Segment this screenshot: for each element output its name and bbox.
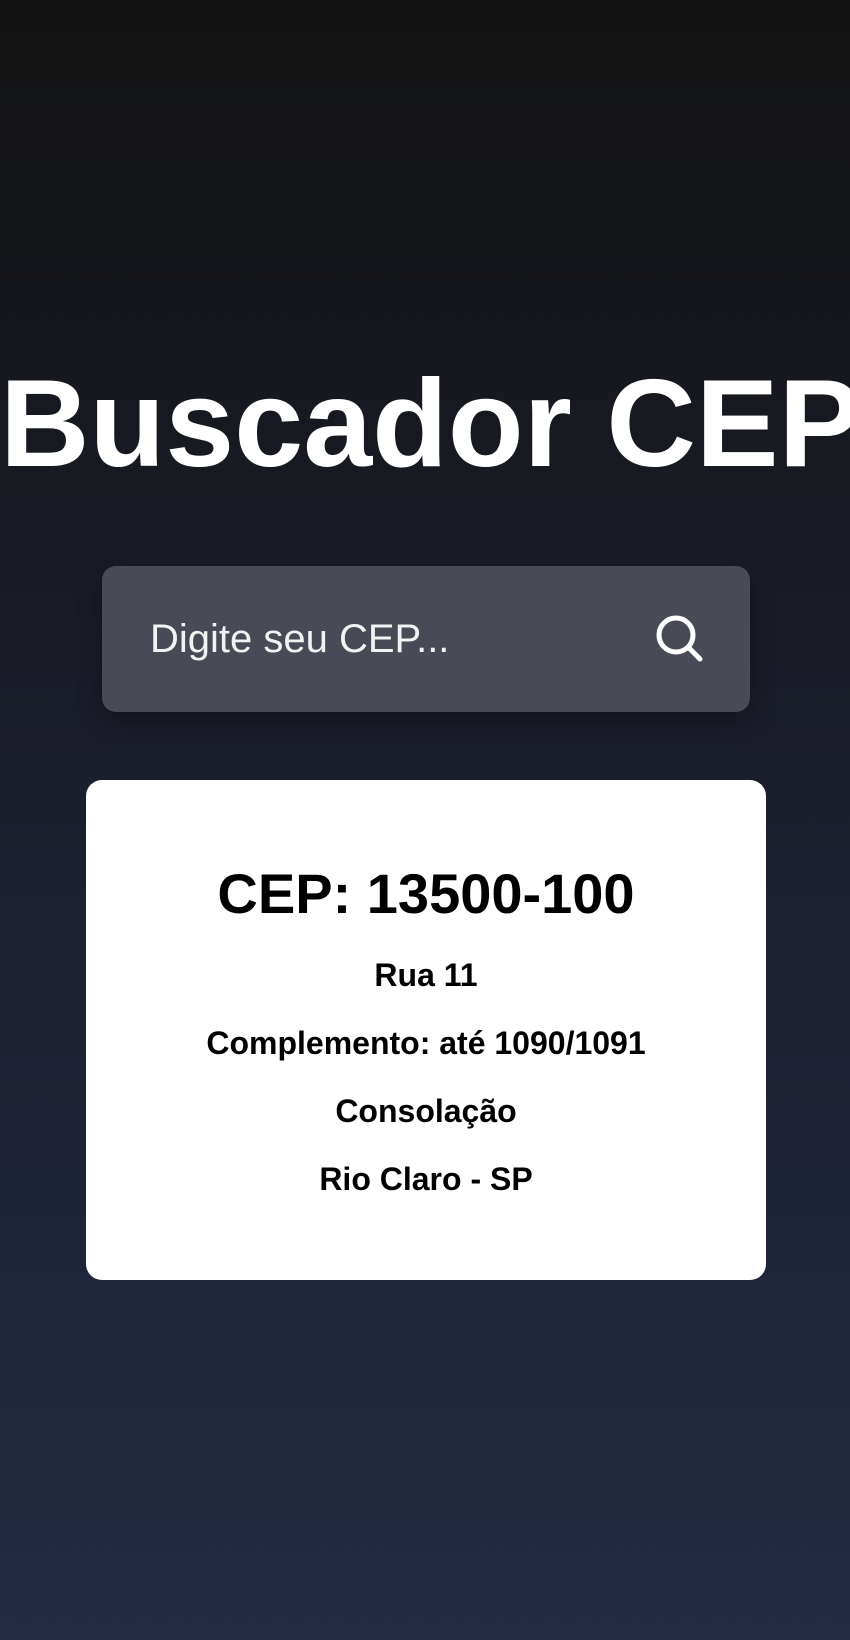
search-box bbox=[102, 566, 750, 712]
page-title: Buscador CEP bbox=[0, 355, 850, 493]
search-input[interactable] bbox=[150, 566, 630, 712]
result-card: CEP: 13500-100 Rua 11 Complemento: até 1… bbox=[86, 780, 766, 1280]
cep-heading: CEP: 13500-100 bbox=[217, 862, 635, 925]
search-button[interactable] bbox=[650, 609, 710, 669]
page: Buscador CEP CEP: 13500-100 Rua 11 Compl… bbox=[0, 0, 850, 1640]
city-state-text: Rio Claro - SP bbox=[319, 1161, 533, 1197]
complement-text: Complemento: até 1090/1091 bbox=[206, 1025, 646, 1061]
district-text: Consolação bbox=[335, 1093, 517, 1129]
search-icon bbox=[650, 609, 710, 669]
street-text: Rua 11 bbox=[374, 957, 478, 993]
